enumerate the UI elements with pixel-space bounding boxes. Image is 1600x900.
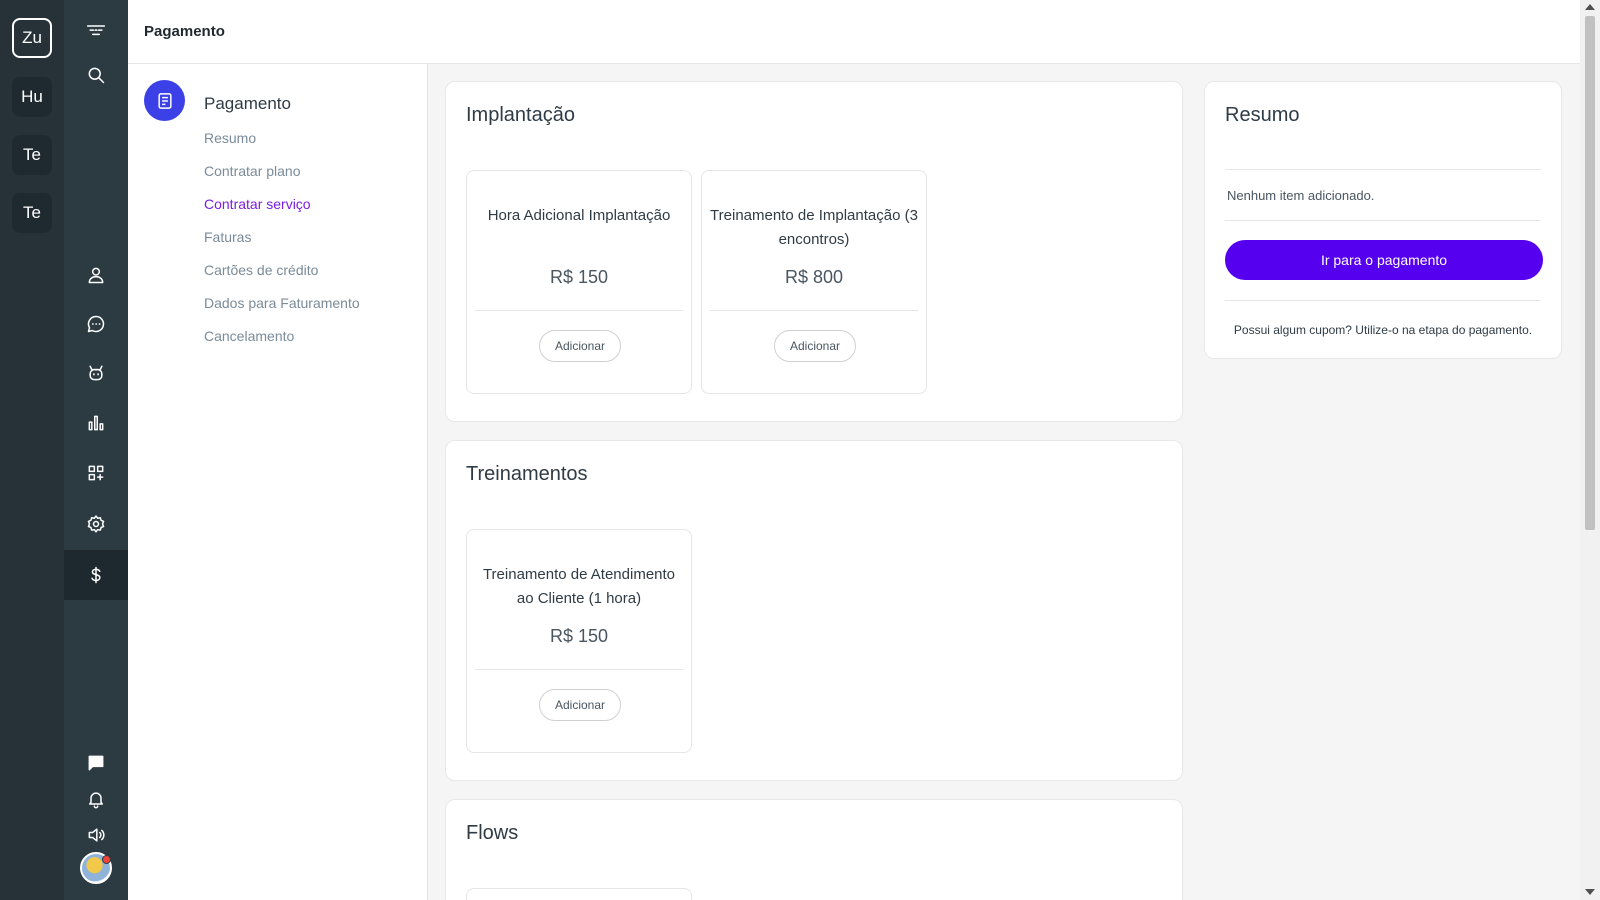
- notification-dot: [102, 855, 111, 864]
- user-icon[interactable]: [64, 252, 128, 298]
- service-card: [466, 888, 692, 900]
- add-service-button[interactable]: Adicionar: [539, 689, 621, 721]
- divider: [1225, 220, 1541, 221]
- section-title: Flows: [466, 822, 519, 844]
- gear-icon[interactable]: [64, 501, 128, 547]
- service-price: R$ 150: [549, 626, 609, 646]
- service-price: R$ 800: [784, 267, 844, 287]
- invoice-icon: [144, 80, 185, 121]
- service-name: Hora Adicional Implantação: [487, 207, 671, 224]
- service-card: Treinamento de Implantação (3 encontros)…: [701, 170, 927, 394]
- summary-panel: Resumo Nenhum item adicionado. Ir para o…: [1204, 81, 1562, 359]
- summary-empty-text: Nenhum item adicionado.: [1227, 188, 1375, 203]
- workspace-button-4[interactable]: Te: [12, 193, 52, 233]
- section-title: Implantação: [466, 104, 575, 126]
- service-card: Hora Adicional Implantação R$ 150 Adicio…: [466, 170, 692, 394]
- workspace-button-1[interactable]: Zu: [12, 18, 52, 58]
- service-price: R$ 150: [549, 267, 609, 287]
- divider: [1225, 300, 1541, 301]
- add-service-button[interactable]: Adicionar: [774, 330, 856, 362]
- section-title: Treinamentos: [466, 463, 588, 485]
- submenu-item-contratar-plano[interactable]: Contratar plano: [204, 163, 301, 179]
- add-service-button[interactable]: Adicionar: [539, 330, 621, 362]
- scroll-up-icon[interactable]: [1585, 4, 1595, 10]
- bot-icon[interactable]: [64, 350, 128, 396]
- submenu-title: Pagamento: [204, 94, 291, 113]
- workspace-button-2[interactable]: Hu: [12, 77, 52, 117]
- go-to-payment-button[interactable]: Ir para o pagamento: [1225, 240, 1543, 280]
- service-name: Treinamento de Implantação (3 encontros): [710, 207, 918, 248]
- bar-chart-icon[interactable]: [64, 400, 128, 446]
- section-flows: Flows: [445, 799, 1183, 900]
- submenu-item-contratar-servico[interactable]: Contratar serviço: [204, 196, 311, 212]
- divider: [1225, 169, 1541, 170]
- coupon-note: Possui algum cupom? Utilize-o na etapa d…: [1233, 323, 1533, 337]
- scroll-down-icon[interactable]: [1585, 889, 1595, 895]
- service-card: Treinamento de Atendimento ao Cliente (1…: [466, 529, 692, 753]
- workspace-rail: Zu Hu Te Te: [0, 0, 64, 900]
- search-icon[interactable]: [64, 52, 128, 98]
- section-treinamentos: Treinamentos Treinamento de Atendimento …: [445, 440, 1183, 781]
- submenu-item-resumo[interactable]: Resumo: [204, 130, 256, 146]
- divider: [710, 310, 918, 311]
- chat-bubble-icon[interactable]: [64, 301, 128, 347]
- apps-icon[interactable]: [64, 450, 128, 496]
- divider: [475, 669, 683, 670]
- service-name: Treinamento de Atendimento ao Cliente (1…: [482, 566, 676, 607]
- submenu-item-faturas[interactable]: Faturas: [204, 229, 251, 245]
- summary-title: Resumo: [1225, 104, 1300, 126]
- payment-submenu: Pagamento Resumo Contratar plano Contrat…: [128, 64, 428, 900]
- dollar-icon[interactable]: [64, 550, 128, 600]
- scrollbar-thumb[interactable]: [1585, 16, 1595, 530]
- workspace-button-3[interactable]: Te: [12, 135, 52, 175]
- submenu-item-cancelamento[interactable]: Cancelamento: [204, 328, 294, 344]
- top-header: Pagamento: [128, 0, 1580, 64]
- icon-nav-rail: [64, 0, 128, 900]
- section-implantacao: Implantação Hora Adicional Implantação R…: [445, 81, 1183, 422]
- submenu-item-cartoes-de-credito[interactable]: Cartões de crédito: [204, 262, 318, 278]
- logo-icon[interactable]: [64, 8, 128, 54]
- page-scrollbar[interactable]: [1580, 0, 1600, 900]
- divider: [475, 310, 683, 311]
- page-title: Pagamento: [144, 23, 225, 40]
- submenu-item-dados-para-faturamento[interactable]: Dados para Faturamento: [204, 295, 360, 311]
